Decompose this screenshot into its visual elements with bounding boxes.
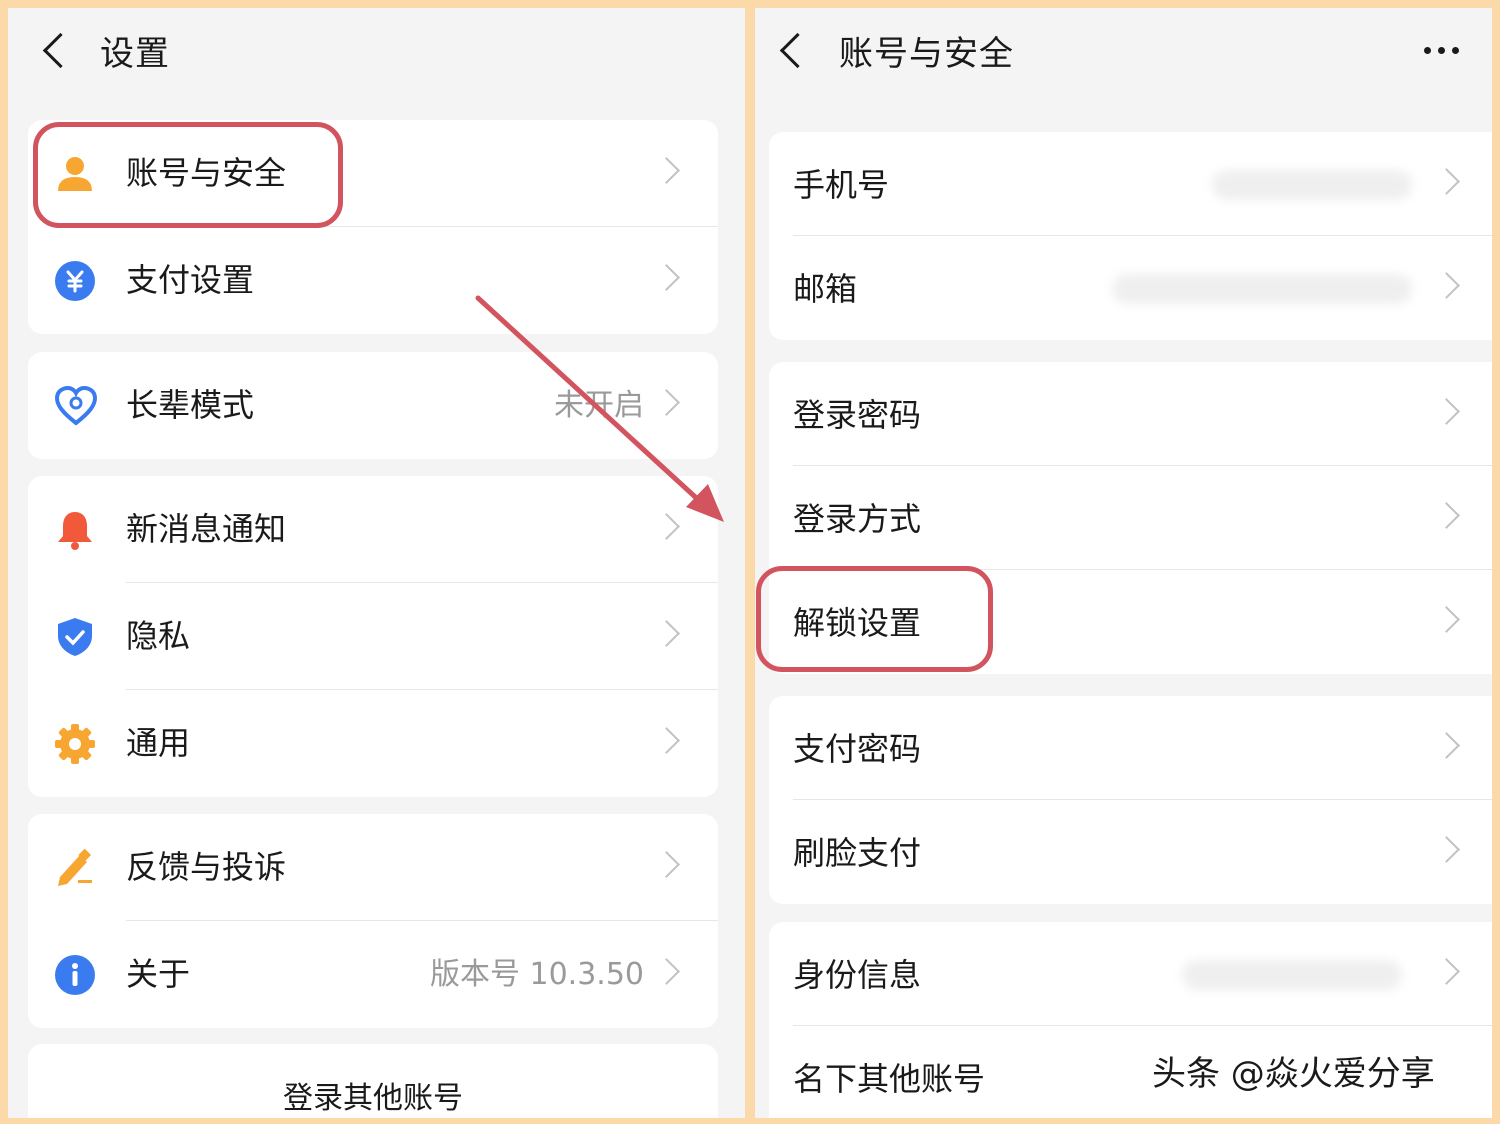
settings-item-privacy[interactable]: 隐私: [28, 583, 718, 690]
account-item-login-password[interactable]: 登录密码: [769, 362, 1492, 466]
account-group-contact: 手机号 邮箱: [769, 132, 1492, 340]
account-item-phone[interactable]: 手机号: [769, 132, 1492, 236]
chevron-right-icon: [1433, 502, 1460, 529]
account-item-label: 身份信息: [793, 956, 922, 994]
back-arrow-icon[interactable]: [40, 30, 70, 74]
chevron-right-icon: [1433, 398, 1460, 425]
account-group-payment: 支付密码 刷脸支付: [769, 696, 1492, 904]
settings-item-notifications[interactable]: 新消息通知: [28, 476, 718, 583]
account-item-label: 名下其他账号: [793, 1060, 986, 1098]
chevron-right-icon: [653, 851, 680, 878]
chevron-right-icon: [653, 389, 680, 416]
settings-item-feedback[interactable]: 反馈与投诉: [28, 814, 718, 921]
settings-group-general: 新消息通知 隐私 通用: [28, 476, 718, 797]
account-item-label: 登录方式: [793, 500, 922, 538]
settings-item-label: 隐私: [126, 617, 191, 655]
settings-group-elder: 长辈模式 未开启: [28, 352, 718, 459]
account-item-identity[interactable]: 身份信息: [769, 922, 1492, 1026]
settings-item-label: 反馈与投诉: [126, 848, 287, 886]
settings-item-elder-mode[interactable]: 长辈模式 未开启: [28, 352, 718, 459]
chevron-right-icon: [653, 620, 680, 647]
settings-item-label: 通用: [126, 724, 191, 762]
account-security-panel: 账号与安全 手机号 邮箱 登录密码 登录方式 解锁设置 支付密码 刷脸支付 身份…: [755, 8, 1492, 1118]
bell-icon: [54, 509, 96, 551]
navbar: 设置: [8, 8, 745, 98]
page-title: 设置: [100, 34, 170, 74]
blurred-value: [1182, 960, 1402, 990]
chevron-right-icon: [653, 727, 680, 754]
chevron-right-icon: [1433, 732, 1460, 759]
login-other-account-button[interactable]: 登录其他账号: [28, 1077, 718, 1118]
account-item-payment-password[interactable]: 支付密码: [769, 696, 1492, 800]
chevron-right-icon: [1433, 272, 1460, 299]
account-item-label: 刷脸支付: [793, 834, 922, 872]
heart-icon: [54, 385, 98, 427]
back-arrow-icon[interactable]: [777, 30, 807, 74]
blurred-value: [1212, 170, 1412, 200]
pencil-icon: [54, 847, 96, 889]
account-item-face-pay[interactable]: 刷脸支付: [769, 800, 1492, 904]
settings-item-about[interactable]: 关于 版本号 10.3.50: [28, 921, 718, 1028]
chevron-right-icon: [1433, 606, 1460, 633]
account-item-label: 邮箱: [793, 270, 858, 308]
chevron-right-icon: [653, 157, 680, 184]
version-text: 版本号 10.3.50: [429, 957, 644, 992]
login-other-account-card: 登录其他账号: [28, 1044, 718, 1118]
settings-group-about: 反馈与投诉 关于 版本号 10.3.50: [28, 814, 718, 1028]
highlight-account-security: [33, 122, 343, 228]
blurred-value: [1112, 274, 1412, 304]
settings-item-payment[interactable]: 支付设置: [28, 227, 718, 334]
settings-item-label: 长辈模式: [126, 386, 255, 424]
chevron-right-icon: [653, 264, 680, 291]
settings-item-label: 新消息通知: [126, 510, 287, 548]
account-item-label: 登录密码: [793, 396, 922, 434]
chevron-right-icon: [1433, 958, 1460, 985]
account-item-label: 支付密码: [793, 730, 922, 768]
account-item-login-method[interactable]: 登录方式: [769, 466, 1492, 570]
chevron-right-icon: [1433, 836, 1460, 863]
shield-icon: [54, 616, 96, 658]
settings-item-general[interactable]: 通用: [28, 690, 718, 797]
account-item-email[interactable]: 邮箱: [769, 236, 1492, 340]
yuan-icon: [54, 260, 96, 302]
chevron-right-icon: [653, 513, 680, 540]
settings-item-label: 支付设置: [126, 261, 255, 299]
info-icon: [54, 954, 96, 996]
account-item-label: 手机号: [793, 166, 890, 204]
navbar: 账号与安全: [755, 8, 1492, 98]
highlight-unlock-settings: [756, 566, 993, 672]
more-icon[interactable]: [1422, 38, 1462, 62]
chevron-right-icon: [1433, 168, 1460, 195]
gear-icon: [54, 723, 96, 765]
page-title: 账号与安全: [839, 34, 1014, 74]
settings-item-label: 关于: [126, 955, 191, 993]
watermark: 头条 @焱火爱分享: [1152, 1054, 1435, 1094]
elder-mode-status: 未开启: [554, 388, 644, 423]
chevron-right-icon: [653, 958, 680, 985]
